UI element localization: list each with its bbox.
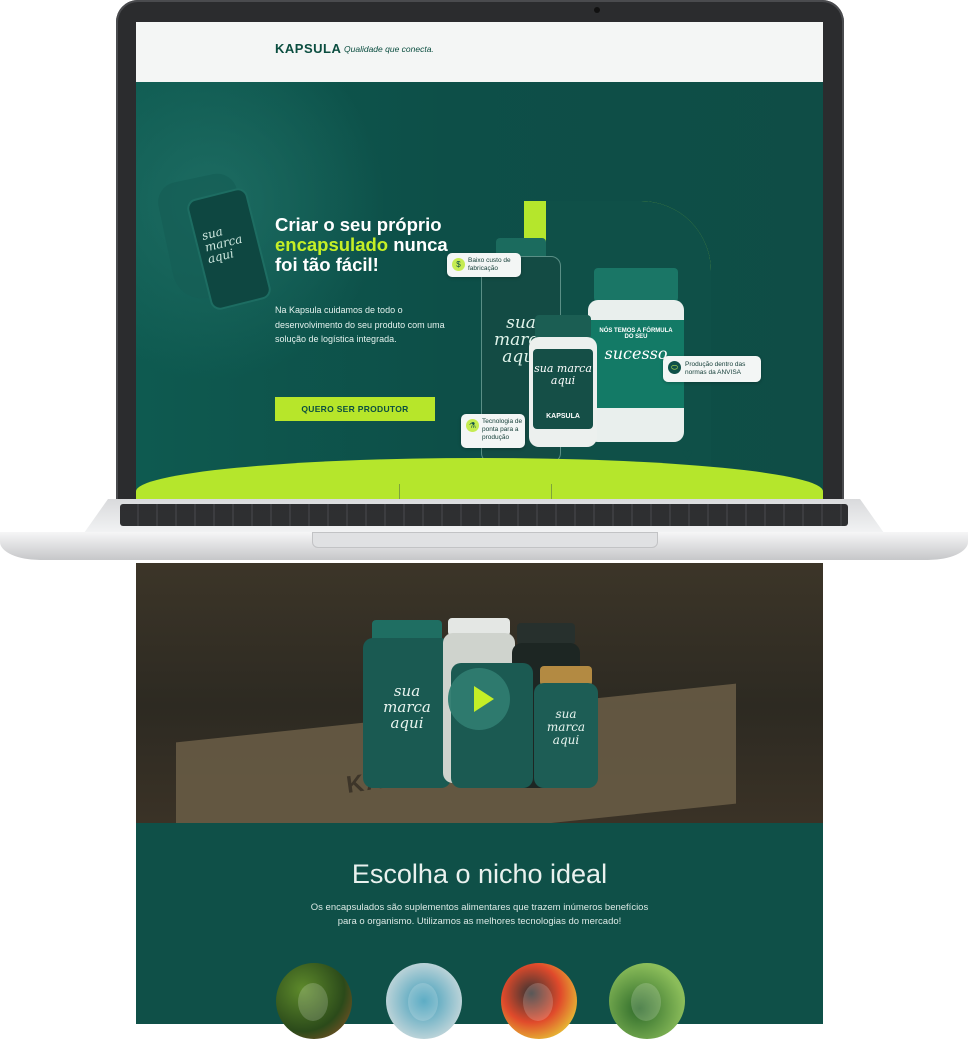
jar-label: sua marca aqui: [534, 362, 592, 387]
webcam: [594, 7, 600, 13]
niche-item-slimming[interactable]: [386, 963, 462, 1039]
hero-section: sua marca aqui Criar o seu próprio encap…: [136, 82, 823, 500]
feature-text: Baixo custo de fabricação: [468, 257, 511, 272]
feature-bubble-anvisa: ⬭ Produção dentro das normas da ANVISA: [663, 356, 761, 382]
niche-item-glucose[interactable]: [501, 963, 577, 1039]
hero-wave: [136, 458, 823, 500]
trackpad: [312, 532, 658, 548]
flask-icon: ⚗: [466, 419, 479, 432]
slim-waist-icon: [408, 983, 438, 1021]
feature-bubble-technology: ⚗ Tecnologia de ponta para a produção: [461, 414, 525, 448]
heart-icon: ♥: [682, 444, 693, 464]
hero-title-highlight: encapsulado: [275, 234, 389, 255]
capsule-icon: ⬭: [668, 361, 681, 374]
niche-item-fitness[interactable]: [609, 963, 685, 1039]
video-jar: sua marca aqui: [534, 683, 598, 788]
hero-description: Na Kapsula cuidamos de todo o desenvolvi…: [275, 305, 445, 344]
niche-item-foods[interactable]: [276, 963, 352, 1039]
jar-cap: [517, 623, 575, 645]
foods-icon: [298, 983, 328, 1021]
held-jar-label: sua marca aqui: [200, 224, 244, 267]
feature-bubble-cost: $ Baixo custo de fabricação: [447, 253, 521, 277]
jar-label-title: NÓS TEMOS A FÓRMULA DO SEU: [599, 328, 673, 340]
hero-title: Criar o seu próprio encapsulado nunca fo…: [275, 215, 450, 275]
niche-section: Escolha o nicho ideal Os encapsulados sã…: [136, 823, 823, 1039]
keyboard: [120, 504, 848, 526]
glucose-meter-icon: [523, 983, 553, 1021]
play-icon[interactable]: [474, 686, 494, 712]
niche-title: Escolha o nicho ideal: [351, 859, 608, 889]
laptop-base: [0, 499, 968, 561]
jar-label: sua marca aqui: [383, 682, 431, 732]
feature-text: Produção dentro das normas da ANVISA: [685, 361, 746, 376]
video-section: KAPSULA sua marca aqui sua marca aqui: [136, 563, 823, 823]
jar-label-band: sua marca aqui KAPSULA: [533, 349, 593, 429]
niche-description: Os encapsulados são suplementos alimenta…: [310, 902, 649, 927]
section-divider: [399, 484, 400, 500]
cta-button[interactable]: QUERO SER PRODUTOR: [275, 397, 435, 421]
jar-label: sua marca aqui: [546, 707, 586, 747]
feature-text: Tecnologia de ponta para a produção: [482, 418, 523, 441]
brand-tagline: Qualidade que conecta.: [344, 44, 434, 54]
video-jar: sua marca aqui: [363, 638, 451, 788]
jar-cap: [535, 315, 591, 339]
laptop-screen: KAPSULA Qualidade que conecta. sua marca…: [136, 22, 823, 500]
running-icon: [631, 983, 661, 1021]
brand-logo[interactable]: KAPSULA: [275, 41, 341, 56]
coin-icon: $: [452, 258, 465, 271]
section-divider: [551, 484, 552, 500]
jar-brand: KAPSULA: [546, 413, 580, 420]
product-jar-small: sua marca aqui KAPSULA: [529, 337, 597, 447]
hero-title-part1: Criar o seu próprio: [275, 214, 442, 235]
jar-cap: [594, 268, 678, 302]
site-header: KAPSULA Qualidade que conecta.: [136, 22, 823, 82]
